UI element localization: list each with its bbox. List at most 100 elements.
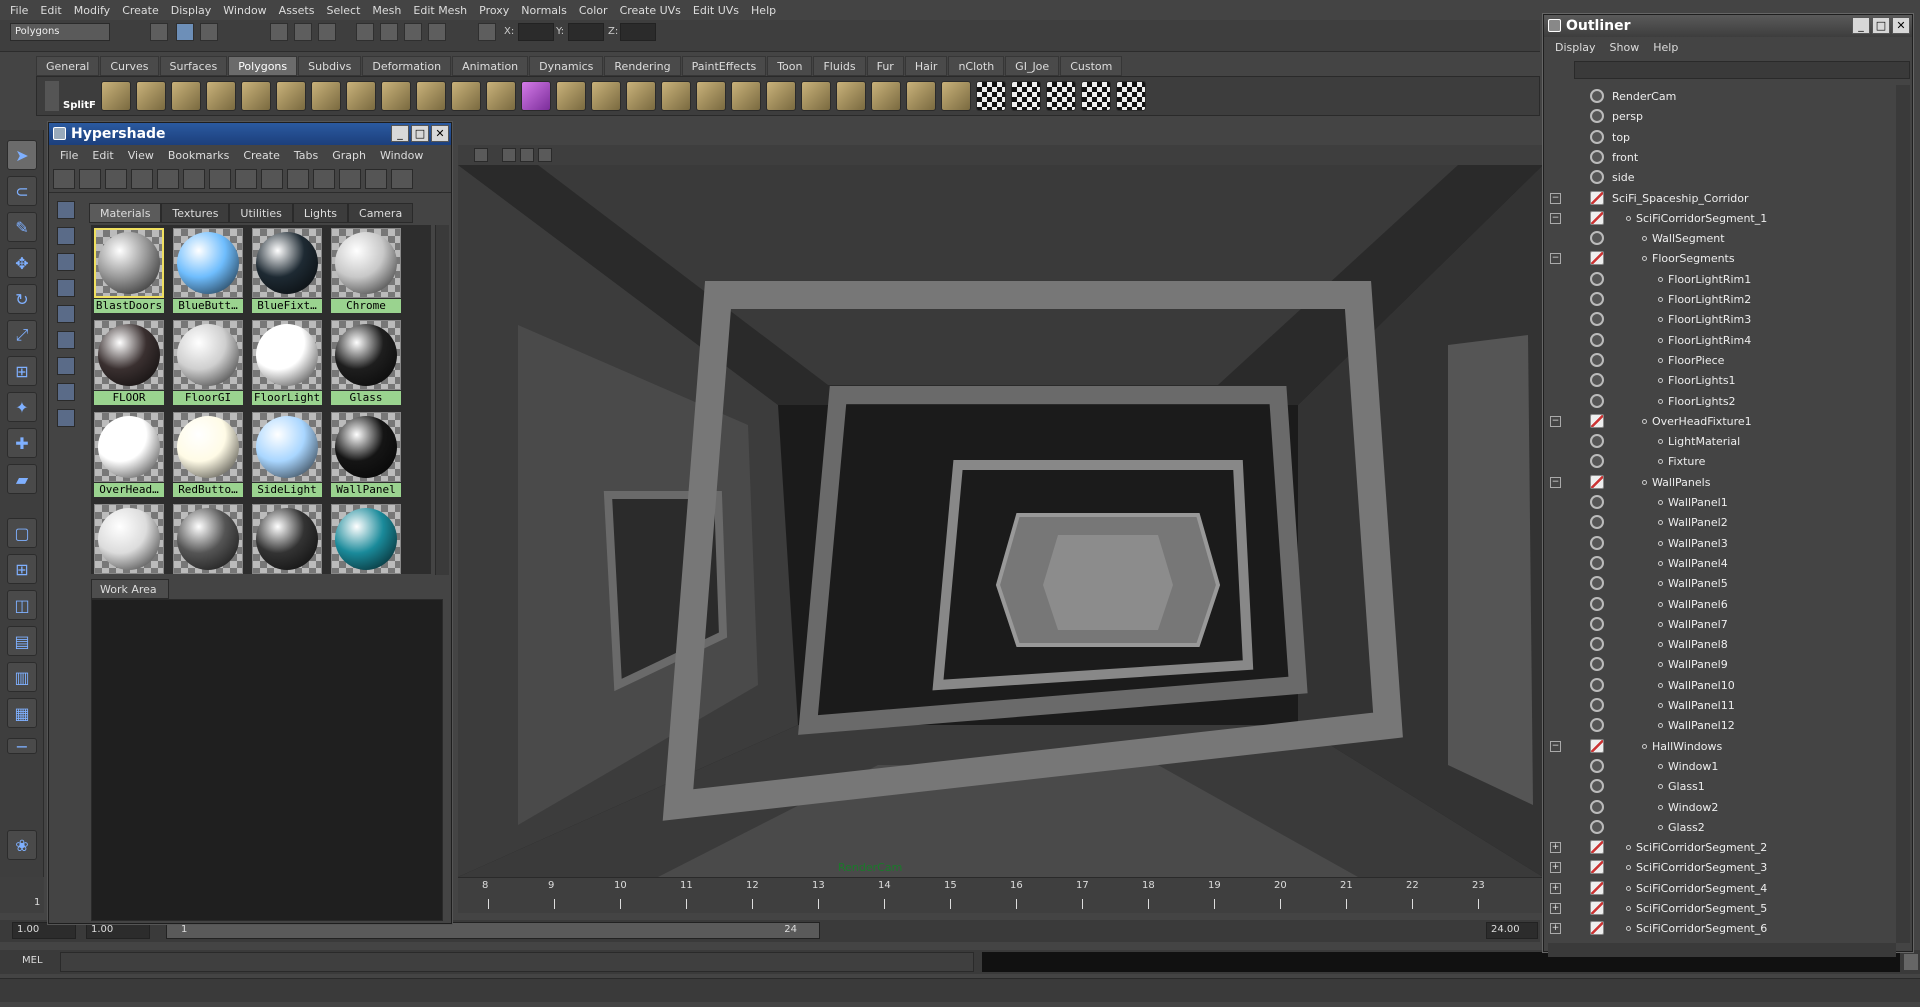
mirror-icon[interactable]	[941, 81, 971, 111]
outliner-item[interactable]: RenderCam	[1548, 87, 1888, 107]
move-tool-icon[interactable]: ✥	[7, 248, 37, 278]
outliner-item[interactable]: side	[1548, 168, 1888, 188]
hypershade-menu-window[interactable]: Window	[373, 149, 430, 162]
snap-grid-button[interactable]	[270, 23, 288, 41]
minimize-icon[interactable]: _	[1852, 17, 1870, 34]
show-manipulator-icon[interactable]: ✚	[7, 428, 37, 458]
shelf-tab-custom[interactable]: Custom	[1060, 56, 1123, 76]
side-sort-name-icon[interactable]	[57, 357, 75, 375]
menu-edit-uvs[interactable]: Edit UVs	[687, 4, 745, 17]
poly-prism-icon[interactable]	[311, 81, 341, 111]
hypershade-menu-edit[interactable]: Edit	[85, 149, 120, 162]
material-swatch[interactable]	[330, 503, 402, 574]
image-plane-icon[interactable]	[538, 148, 552, 162]
menu-proxy[interactable]: Proxy	[473, 4, 515, 17]
minimize-icon[interactable]: _	[391, 125, 409, 142]
hypershade-menu-create[interactable]: Create	[236, 149, 287, 162]
range-slider[interactable]: 1 24	[166, 922, 820, 939]
playback-start-field[interactable]: 1.00	[86, 922, 150, 939]
outliner-item[interactable]: Glass1	[1548, 777, 1888, 797]
previous-graph-icon[interactable]	[313, 168, 335, 189]
material-swatch[interactable]: FloorLight	[251, 319, 323, 407]
outliner-item[interactable]: WallPanel6	[1548, 595, 1888, 615]
outliner-item[interactable]: WallPanel5	[1548, 574, 1888, 594]
shelf-tab-deformation[interactable]: Deformation	[362, 56, 452, 76]
separate-icon[interactable]	[451, 81, 481, 111]
map-connections-icon[interactable]	[287, 168, 309, 189]
poly-cube-icon[interactable]	[136, 81, 166, 111]
expand-toggle-icon[interactable]: +	[1550, 923, 1561, 935]
merge-icon[interactable]	[766, 81, 796, 111]
rearrange-graph-icon[interactable]	[261, 168, 283, 189]
viewport-3d[interactable]: RenderCam	[458, 165, 1543, 877]
render-settings-button[interactable]	[428, 23, 446, 41]
bookmark-icon[interactable]	[520, 148, 534, 162]
outliner-item[interactable]: FloorLightRim3	[1548, 310, 1888, 330]
outliner-item[interactable]: FloorLightRim2	[1548, 290, 1888, 310]
outliner-item[interactable]: − SciFiCorridorSegment_1	[1548, 209, 1888, 229]
outliner-item[interactable]: LightMaterial	[1548, 432, 1888, 452]
smooth-proxy-icon[interactable]	[521, 81, 551, 111]
expand-toggle-icon[interactable]: −	[1550, 415, 1561, 427]
material-swatch[interactable]: WallPanel	[330, 411, 402, 499]
hypershade-menu-tabs[interactable]: Tabs	[287, 149, 325, 162]
outliner-item[interactable]: WallPanel7	[1548, 615, 1888, 635]
poly-cylinder-icon[interactable]	[171, 81, 201, 111]
toggle-create-bar-icon[interactable]	[53, 168, 75, 189]
side-small-icon[interactable]	[57, 253, 75, 271]
menu-help[interactable]: Help	[745, 4, 782, 17]
select-camera-icon[interactable]	[474, 148, 488, 162]
render-button[interactable]	[380, 23, 398, 41]
menu-edit-mesh[interactable]: Edit Mesh	[407, 4, 473, 17]
material-swatch[interactable]: OverHead…	[93, 411, 165, 499]
select-hierarchy-button[interactable]	[150, 23, 168, 41]
side-create-icon[interactable]	[57, 201, 75, 219]
menu-create[interactable]: Create	[116, 4, 165, 17]
append-polygon-icon[interactable]	[556, 81, 586, 111]
outliner-menu-display[interactable]: Display	[1548, 41, 1603, 54]
y-field[interactable]	[568, 23, 604, 41]
show-bottom-tabs-icon[interactable]	[105, 168, 127, 189]
hypershade-menu-graph[interactable]: Graph	[325, 149, 373, 162]
outliner-item[interactable]: − OverHeadFixture1	[1548, 412, 1888, 432]
duplicate-face-icon[interactable]	[836, 81, 866, 111]
tab-lights[interactable]: Lights	[292, 203, 349, 223]
outliner-item[interactable]: Glass2	[1548, 818, 1888, 838]
side-medium-icon[interactable]	[57, 279, 75, 297]
material-swatch[interactable]	[172, 503, 244, 574]
rotate-tool-icon[interactable]: ↻	[7, 284, 37, 314]
menu-create-uvs[interactable]: Create UVs	[614, 4, 687, 17]
poly-plane-icon[interactable]	[241, 81, 271, 111]
expand-toggle-icon[interactable]: −	[1550, 476, 1561, 488]
script-editor-icon[interactable]	[1904, 954, 1918, 970]
outliner-filter-field[interactable]	[1574, 61, 1910, 79]
outliner-item[interactable]: WallPanel8	[1548, 635, 1888, 655]
shelf-tab-toon[interactable]: Toon	[767, 56, 813, 76]
select-tool-icon[interactable]: ➤	[7, 140, 37, 170]
go-to-graph-icon[interactable]	[365, 168, 387, 189]
poly-torus-icon[interactable]	[276, 81, 306, 111]
expand-toggle-icon[interactable]: +	[1550, 882, 1561, 894]
maximize-icon[interactable]: □	[1872, 17, 1890, 34]
outliner-item[interactable]: WallPanel10	[1548, 676, 1888, 696]
poly-pipe-icon[interactable]	[346, 81, 376, 111]
graph-output-connections-icon[interactable]	[183, 168, 205, 189]
camera-attributes-icon[interactable]	[502, 148, 516, 162]
extrude-edge-icon[interactable]	[661, 81, 691, 111]
material-swatch[interactable]	[251, 503, 323, 574]
outliner-item[interactable]: WallPanel12	[1548, 716, 1888, 736]
menu-display[interactable]: Display	[165, 4, 218, 17]
menu-select[interactable]: Select	[320, 4, 366, 17]
outliner-item[interactable]: FloorLights2	[1548, 392, 1888, 412]
outliner-item[interactable]: Window1	[1548, 757, 1888, 777]
outliner-titlebar[interactable]: Outliner _ □ ✕	[1544, 15, 1912, 37]
outliner-item[interactable]: WallPanel11	[1548, 696, 1888, 716]
time-slider[interactable]: 8 9 10 11 12 13 14 15 16 17 18 19 20 21 22 23	[458, 877, 1543, 913]
menu-mesh[interactable]: Mesh	[366, 4, 407, 17]
shelf-tab-ncloth[interactable]: nCloth	[948, 56, 1005, 76]
automatic-uv-icon[interactable]	[1081, 81, 1111, 111]
menu-set-dropdown[interactable]: Polygons	[10, 23, 110, 41]
cylindrical-uv-icon[interactable]	[1011, 81, 1041, 111]
snap-curve-button[interactable]	[294, 23, 312, 41]
layout-options-icon[interactable]: −	[7, 737, 37, 756]
